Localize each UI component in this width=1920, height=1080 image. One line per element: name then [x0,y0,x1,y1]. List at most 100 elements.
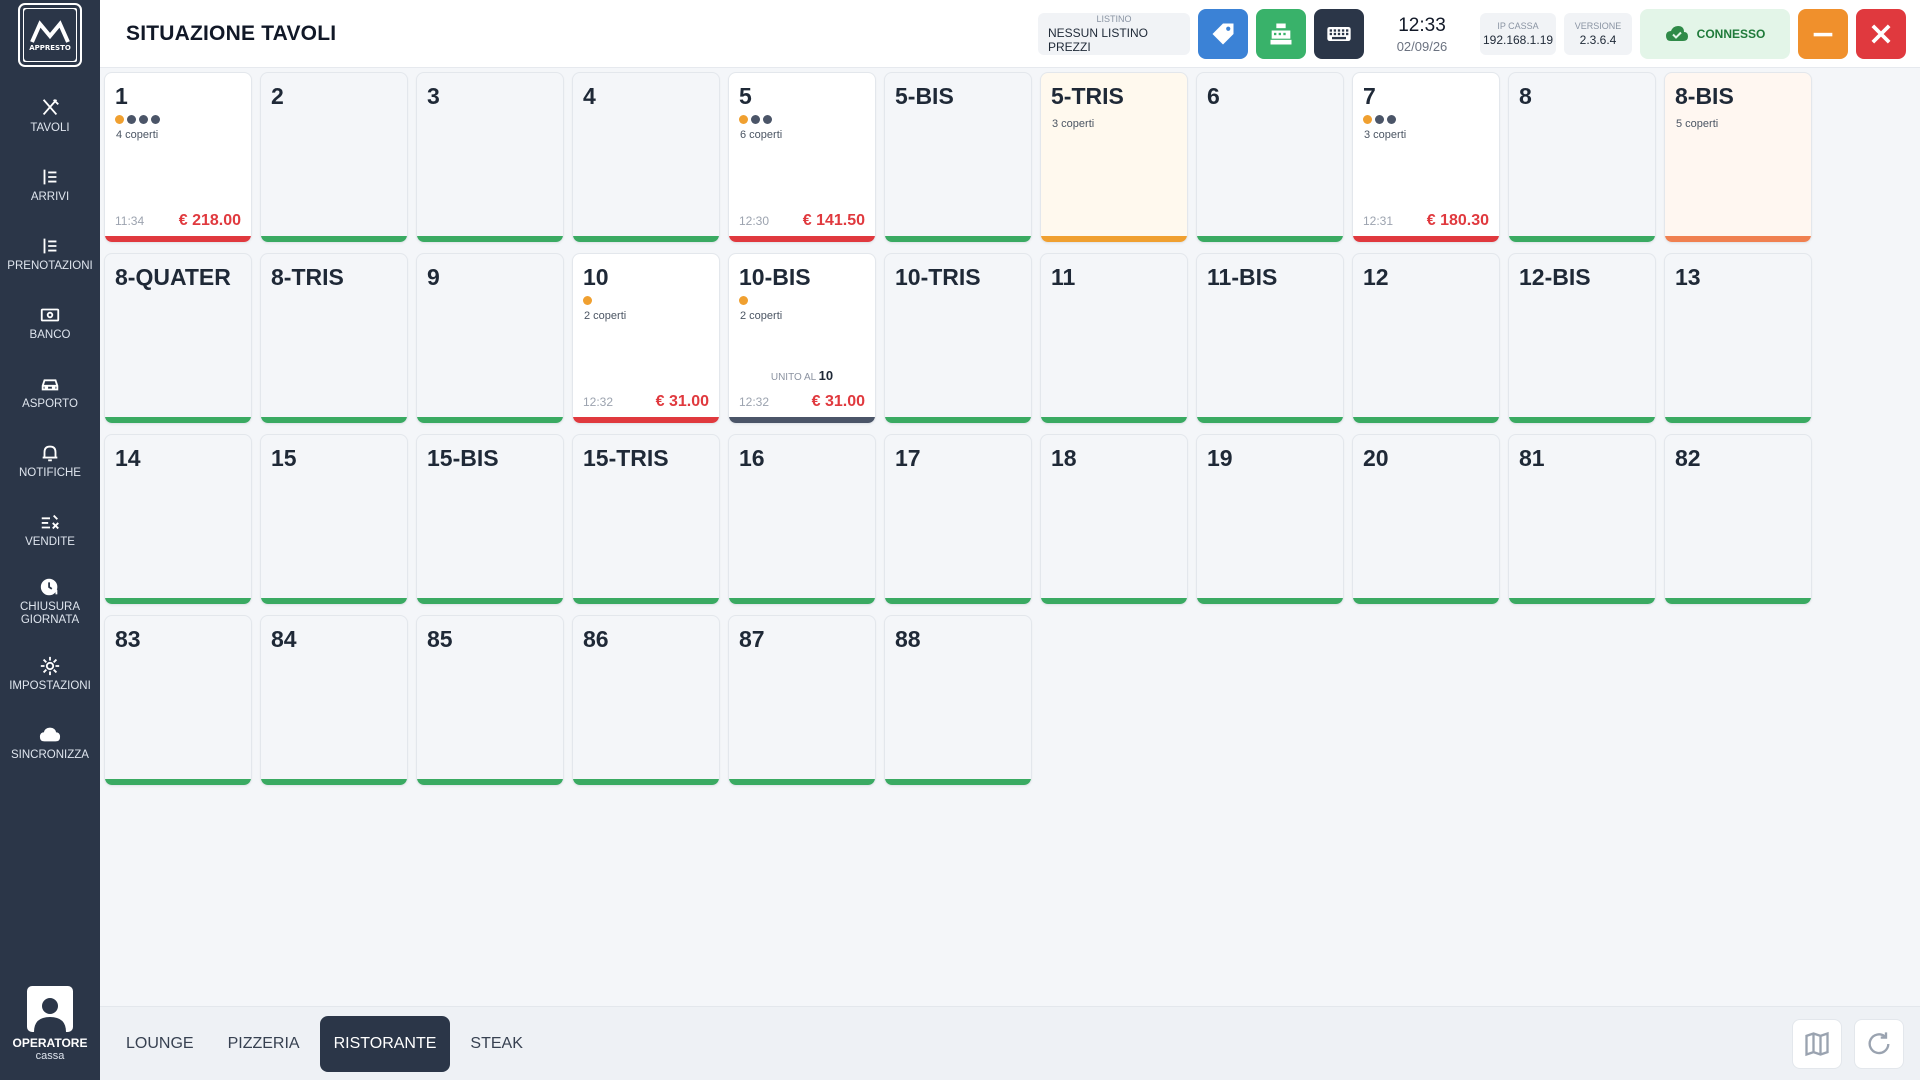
status-dot [115,115,124,124]
version-value: 2.3.6.4 [1579,33,1617,47]
ip-cassa: IP CASSA 192.168.1.19 [1480,13,1556,55]
table-name: 16 [739,445,765,471]
clock: 12:33 02/09/26 [1372,15,1472,54]
price-tag-button[interactable] [1198,9,1248,59]
table-card[interactable]: 3 [416,72,564,243]
tab-steak[interactable]: STEAK [456,1016,536,1072]
table-card[interactable]: 87 [728,615,876,786]
table-card[interactable]: 83 [104,615,252,786]
table-card[interactable]: 17 [884,434,1032,605]
sidebar-item-prenotazioni[interactable]: PRENOTAZIONI [0,219,100,288]
status-bar [1665,236,1811,242]
status-dot [139,115,148,124]
map-icon [1805,1031,1829,1057]
table-card[interactable]: 2 [260,72,408,243]
table-card[interactable]: 15 [260,434,408,605]
status-dot [151,115,160,124]
sidebar-item-banco[interactable]: BANCO [0,288,100,357]
tab-lounge[interactable]: LOUNGE [112,1016,208,1072]
status-dot [751,115,760,124]
cash-register-button[interactable] [1256,9,1306,59]
table-card[interactable]: 18 [1040,434,1188,605]
sidebar-item-notifiche[interactable]: NOTIFICHE [0,426,100,495]
table-card[interactable]: 1 4 coperti 11:34 € 218.00 [104,72,252,243]
table-name: 10 [583,264,609,290]
table-name: 3 [427,83,440,109]
sidebar-item-label: SINCRONIZZA [11,748,89,761]
table-card[interactable]: 10 2 coperti 12:32 € 31.00 [572,253,720,424]
table-card[interactable]: 15-TRIS [572,434,720,605]
table-card[interactable]: 4 [572,72,720,243]
cash-register-icon [1270,23,1292,45]
table-card[interactable]: 6 [1196,72,1344,243]
sidebar-item-chiusura-giornata[interactable]: CHIUSURA GIORNATA [0,564,100,639]
connection-status[interactable]: CONNESSO [1640,9,1790,59]
listino-selector[interactable]: LISTINO NESSUN LISTINO PREZZI [1038,13,1190,55]
table-card[interactable]: 20 [1352,434,1500,605]
table-card[interactable]: 5-TRIS 3 coperti [1040,72,1188,243]
sidebar-item-vendite[interactable]: VENDITE [0,495,100,564]
table-card[interactable]: 12-BIS [1508,253,1656,424]
table-card[interactable]: 8-BIS 5 coperti [1664,72,1812,243]
minimize-button[interactable] [1798,9,1848,59]
table-time: 11:34 [115,214,145,228]
table-card[interactable]: 7 3 coperti 12:31 € 180.30 [1352,72,1500,243]
status-bar [261,236,407,242]
keyboard-button[interactable] [1314,9,1364,59]
sidebar-item-tavoli[interactable]: TAVOLI [0,81,100,150]
table-name: 87 [739,626,765,652]
table-card[interactable]: 9 [416,253,564,424]
sales-icon [41,514,59,529]
table-time: 12:32 [583,395,614,409]
status-bar [729,779,875,785]
table-card[interactable]: 5 6 coperti 12:30 € 141.50 [728,72,876,243]
app-logo[interactable]: APPRESTO [18,3,82,67]
sidebar-item-sincronizza[interactable]: SINCRONIZZA [0,708,100,777]
table-card[interactable]: 86 [572,615,720,786]
status-dot [583,296,592,305]
table-card[interactable]: 8 [1508,72,1656,243]
table-name: 12 [1363,264,1389,290]
table-card[interactable]: 5-BIS [884,72,1032,243]
table-card[interactable]: 8-QUATER [104,253,252,424]
table-card[interactable]: 81 [1508,434,1656,605]
table-name: 7 [1363,83,1376,109]
table-coperti: 2 coperti [584,310,627,322]
table-card[interactable]: 11-BIS [1196,253,1344,424]
table-card[interactable]: 12 [1352,253,1500,424]
status-bar [573,598,719,604]
table-card[interactable]: 14 [104,434,252,605]
table-dots [1363,115,1396,124]
operator-subtitle: cassa [35,1050,65,1062]
table-card[interactable]: 11 [1040,253,1188,424]
utensils-icon [42,98,59,115]
table-card[interactable]: 88 [884,615,1032,786]
refresh-icon [1868,1032,1890,1055]
table-card[interactable]: 16 [728,434,876,605]
table-card[interactable]: 19 [1196,434,1344,605]
tab-ristorante[interactable]: RISTORANTE [319,1016,451,1072]
list-icon [43,238,57,253]
table-name: 18 [1051,445,1077,471]
table-name: 8-QUATER [115,264,231,290]
table-card[interactable]: 8-TRIS [260,253,408,424]
status-bar [885,779,1031,785]
table-card[interactable]: 82 [1664,434,1812,605]
close-button[interactable] [1856,9,1906,59]
map-button[interactable] [1792,1019,1842,1069]
table-card[interactable]: 84 [260,615,408,786]
tab-pizzeria[interactable]: PIZZERIA [214,1016,314,1072]
table-card[interactable]: 15-BIS [416,434,564,605]
status-dot [739,296,748,305]
refresh-button[interactable] [1854,1019,1904,1069]
status-bar [885,417,1031,423]
status-bar [105,779,251,785]
sidebar-item-impostazioni[interactable]: IMPOSTAZIONI [0,639,100,708]
sidebar-item-asporto[interactable]: ASPORTO [0,357,100,426]
sidebar-item-arrivi[interactable]: ARRIVI [0,150,100,219]
table-card[interactable]: 13 [1664,253,1812,424]
operator-panel[interactable]: OPERATORE cassa [0,986,100,1062]
table-card[interactable]: 85 [416,615,564,786]
table-card[interactable]: 10-BIS 2 coperti UNITO AL 10 12:32 € 31.00 [728,253,876,424]
table-card[interactable]: 10-TRIS [884,253,1032,424]
